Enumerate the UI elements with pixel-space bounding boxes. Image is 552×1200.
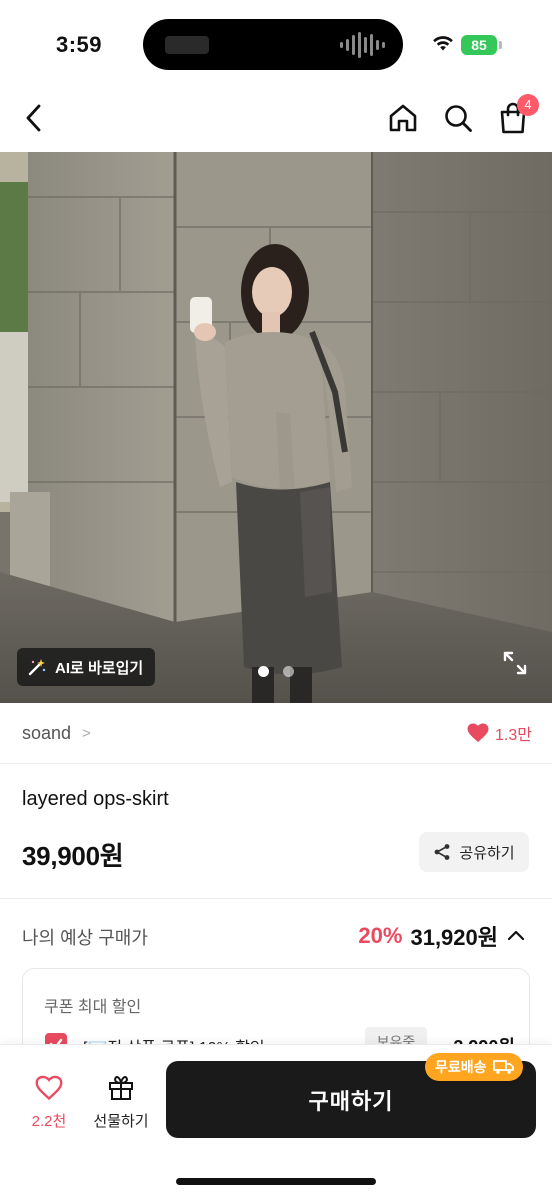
dynamic-island — [143, 19, 403, 70]
heart-filled-icon — [467, 723, 489, 743]
top-navbar: 4 — [0, 84, 552, 152]
share-icon — [434, 844, 450, 860]
bottom-action-bar: 2.2천 선물하기 구매하기 무료배송 — [0, 1044, 552, 1200]
wifi-icon — [433, 36, 453, 51]
chevron-right-icon: > — [82, 725, 91, 742]
estimated-price-value: 31,920원 — [410, 925, 498, 950]
search-button[interactable] — [438, 98, 478, 138]
chevron-left-icon — [26, 104, 41, 132]
battery-tip — [499, 41, 502, 49]
estimated-price-toggle[interactable]: 20% 31,920원 — [358, 920, 526, 952]
like-count: 2.2천 — [31, 1113, 67, 1130]
share-label: 공유하기 — [459, 844, 515, 862]
gift-button[interactable]: 선물하기 — [88, 1073, 154, 1131]
carousel-dot-1[interactable] — [258, 666, 269, 677]
home-indicator — [176, 1178, 376, 1185]
battery-level: 85 — [461, 35, 497, 55]
back-button[interactable] — [14, 98, 54, 138]
carousel-dot-2[interactable] — [283, 666, 294, 677]
brand-like-count: 1.3만 — [495, 727, 532, 744]
estimated-price-label: 나의 예상 구매가 — [22, 928, 148, 948]
ai-try-on-button[interactable]: AI로 바로입기 — [17, 648, 156, 686]
audio-waveform-icon — [340, 31, 385, 59]
search-icon — [445, 105, 472, 132]
brand-like-button[interactable]: 1.3만 — [467, 721, 532, 745]
section-divider — [0, 898, 552, 899]
product-price: 39,900원 — [22, 841, 124, 871]
free-shipping-badge: 무료배송 — [425, 1053, 523, 1081]
chevron-up-icon — [507, 930, 525, 941]
magic-wand-icon — [28, 659, 46, 676]
product-name: layered ops-skirt — [22, 788, 169, 810]
carousel-indicator — [258, 666, 294, 677]
gift-icon — [109, 1076, 133, 1100]
home-icon — [389, 104, 417, 132]
heart-outline-icon — [35, 1075, 63, 1101]
gift-label: 선물하기 — [93, 1113, 149, 1130]
home-button[interactable] — [383, 98, 423, 138]
free-shipping-label: 무료배송 — [435, 1059, 487, 1075]
status-time: 3:59 — [56, 32, 103, 57]
like-button[interactable]: 2.2천 — [20, 1075, 78, 1131]
status-bar: 3:59 85 — [0, 0, 552, 84]
cart-count-badge: 4 — [517, 94, 539, 116]
brand-name-link[interactable]: soand — [22, 723, 71, 744]
dynamic-island-app-icon — [165, 36, 209, 54]
cart-button[interactable]: 4 — [493, 94, 539, 138]
fullscreen-expand-icon[interactable] — [502, 650, 528, 676]
estimated-discount-rate: 20% — [358, 923, 403, 948]
coupon-section-title: 쿠폰 최대 할인 — [44, 999, 142, 1016]
product-photo — [0, 152, 552, 703]
ai-try-on-label: AI로 바로입기 — [55, 659, 144, 677]
brand-row: soand > 1.3만 — [0, 703, 552, 764]
product-image-carousel[interactable]: AI로 바로입기 — [0, 152, 552, 703]
delivery-truck-icon — [492, 1060, 514, 1074]
share-button[interactable]: 공유하기 — [419, 832, 529, 872]
